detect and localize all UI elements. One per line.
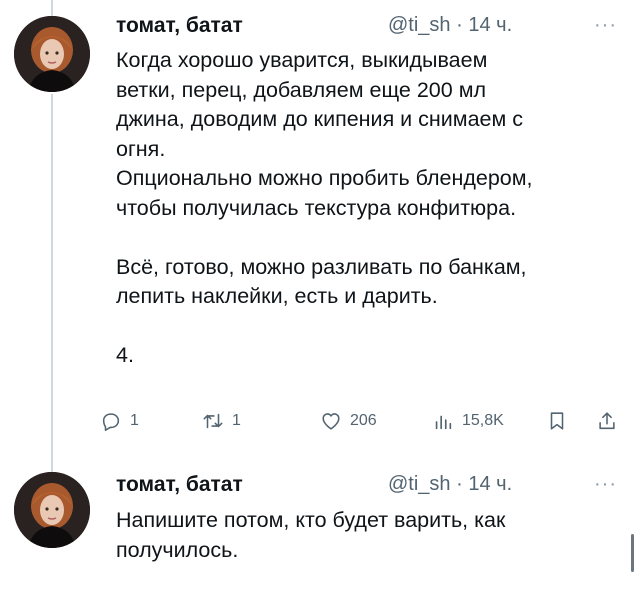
tweet-text-line: огня. — [116, 136, 166, 161]
thread-connector-line — [51, 94, 53, 472]
tweet-text-line: Всё, готово, можно разливать по банкам, — [116, 254, 527, 279]
share-button[interactable] — [596, 410, 618, 432]
retweet-icon — [203, 413, 223, 429]
views-button[interactable]: 15,8K — [432, 410, 504, 432]
tweet-text-line: лепить наклейки, есть и дарить. — [116, 284, 438, 308]
avatar-image — [14, 472, 90, 548]
share-icon — [599, 412, 615, 430]
bookmark-button[interactable] — [546, 410, 568, 432]
tweet-text-line: получилось. — [116, 537, 239, 562]
tweet-text-line: 4. — [116, 343, 134, 367]
tweet-meta: @ti_sh · 14 ч. — [388, 473, 512, 496]
tweet-actions: 1 1 206 15,8K — [100, 404, 630, 440]
heart-icon — [322, 413, 340, 430]
tweet-meta: @ti_sh · 14 ч. — [388, 14, 512, 37]
views-icon — [435, 415, 452, 430]
thread-connector-line — [51, 0, 53, 16]
bookmark-icon — [550, 412, 564, 430]
tweet-timestamp[interactable]: 14 ч. — [468, 473, 512, 495]
reply-button[interactable]: 1 — [100, 410, 139, 432]
tweet-text-line: Напишите потом, кто будет варить, как — [116, 508, 506, 532]
tweet-text: Напишите потом, кто будет варить, как по… — [116, 506, 626, 565]
retweet-count: 1 — [232, 412, 241, 429]
tweet-text-line: Опционально можно пробить блендером, — [116, 166, 533, 190]
more-options-icon[interactable]: ··· — [594, 14, 617, 37]
retweet-button[interactable]: 1 — [202, 410, 241, 432]
avatar[interactable] — [14, 472, 90, 548]
tweet-text-line: чтобы получилась текстура конфитюра. — [116, 195, 517, 220]
avatar-image — [14, 16, 90, 92]
like-button[interactable]: 206 — [320, 410, 377, 432]
author-handle[interactable]: @ti_sh — [388, 14, 451, 36]
author-handle[interactable]: @ti_sh — [388, 473, 451, 495]
tweet-timestamp[interactable]: 14 ч. — [468, 14, 512, 36]
tweet-text-line: Когда хорошо уварится, выкидываем — [116, 48, 488, 72]
meta-separator: · — [456, 473, 469, 495]
tweet-text-line: джина, доводим до кипения и снимаем с — [116, 107, 523, 131]
tweet-text-line: ветки, перец, добавляем еще 200 мл — [116, 77, 487, 102]
views-count: 15,8K — [462, 412, 504, 429]
author-name[interactable]: томат, батат — [116, 14, 243, 38]
more-options-icon[interactable]: ··· — [594, 473, 617, 496]
reply-count: 1 — [130, 412, 139, 429]
like-count: 206 — [350, 412, 377, 429]
author-name[interactable]: томат, батат — [116, 473, 243, 497]
reply-icon — [102, 413, 120, 431]
avatar[interactable] — [14, 16, 90, 92]
tweet-text: Когда хорошо уварится, выкидываем ветки,… — [116, 46, 626, 371]
meta-separator: · — [456, 14, 469, 36]
scrollbar[interactable] — [631, 534, 634, 572]
